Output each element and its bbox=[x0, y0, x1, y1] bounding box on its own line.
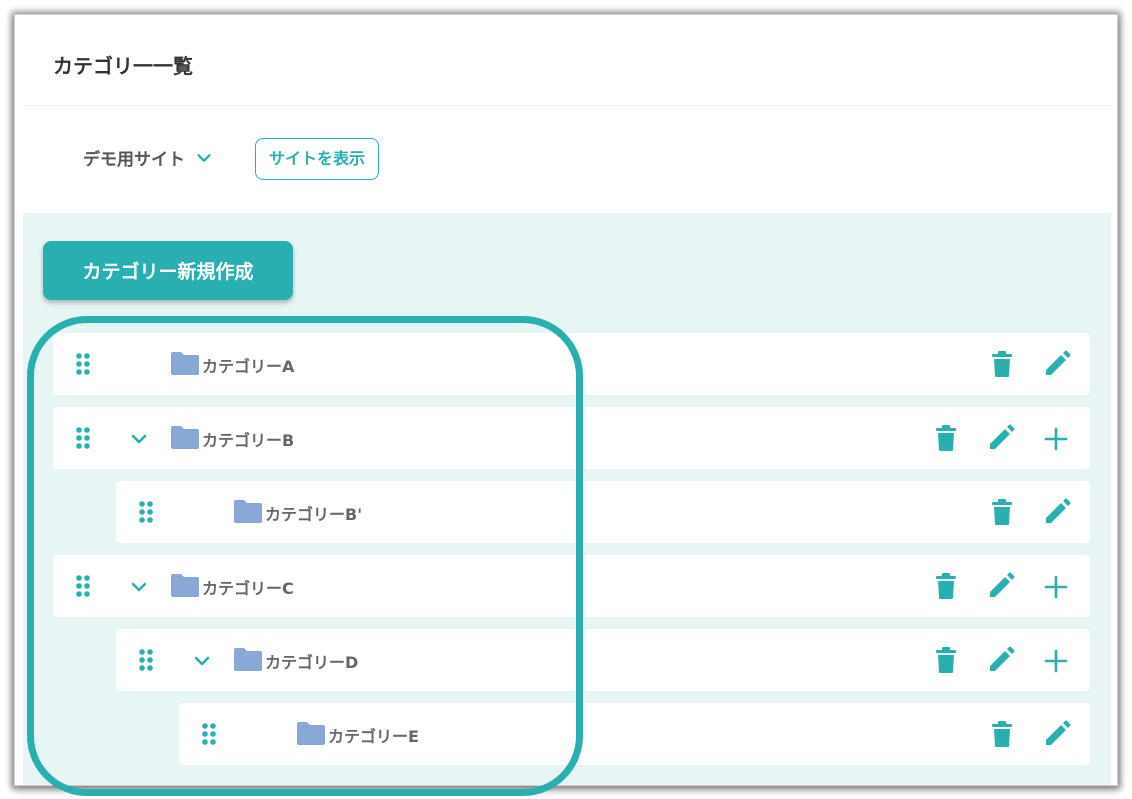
trash-icon[interactable] bbox=[989, 720, 1015, 748]
pencil-icon[interactable] bbox=[987, 646, 1015, 674]
pencil-icon[interactable] bbox=[987, 424, 1015, 452]
category-row[interactable]: カテゴリーC bbox=[53, 555, 1090, 617]
category-row[interactable]: カテゴリーB' bbox=[116, 481, 1090, 543]
trash-icon[interactable] bbox=[933, 646, 959, 674]
folder-icon bbox=[233, 498, 263, 524]
trash-icon[interactable] bbox=[989, 498, 1015, 526]
pencil-icon[interactable] bbox=[1043, 498, 1071, 526]
site-select[interactable]: デモ用サイト bbox=[83, 145, 213, 170]
drag-handle-icon[interactable] bbox=[75, 574, 91, 598]
trash-icon[interactable] bbox=[933, 572, 959, 600]
site-select-label: デモ用サイト bbox=[83, 150, 185, 170]
chevron-down-icon[interactable] bbox=[192, 651, 212, 671]
folder-icon bbox=[170, 572, 200, 598]
category-label: カテゴリーB bbox=[202, 431, 295, 450]
drag-handle-icon[interactable] bbox=[75, 352, 91, 376]
trash-icon[interactable] bbox=[933, 424, 959, 452]
chevron-down-icon[interactable] bbox=[129, 577, 149, 597]
site-bar: デモ用サイト サイトを表示 bbox=[23, 107, 1111, 213]
drag-handle-icon[interactable] bbox=[138, 500, 154, 524]
category-label: カテゴリーC bbox=[202, 579, 294, 598]
category-list-window: カテゴリ一一覧 デモ用サイト サイトを表示 カテゴリー新規作成 カテゴリーA カテ… bbox=[14, 14, 1118, 786]
plus-icon[interactable] bbox=[1043, 648, 1069, 676]
folder-icon bbox=[170, 424, 200, 450]
folder-icon bbox=[170, 350, 200, 376]
category-label: カテゴリーA bbox=[202, 357, 295, 376]
category-row[interactable]: カテゴリーB bbox=[53, 407, 1090, 469]
view-site-button[interactable]: サイトを表示 bbox=[255, 138, 380, 180]
drag-handle-icon[interactable] bbox=[75, 426, 91, 450]
category-row[interactable]: カテゴリーD bbox=[116, 629, 1090, 691]
page-header: カテゴリ一一覧 bbox=[23, 18, 1111, 106]
chevron-down-icon[interactable] bbox=[129, 429, 149, 449]
new-category-button[interactable]: カテゴリー新規作成 bbox=[43, 241, 293, 300]
category-label: カテゴリーD bbox=[265, 653, 359, 672]
drag-handle-icon[interactable] bbox=[201, 722, 217, 746]
pencil-icon[interactable] bbox=[1043, 720, 1071, 748]
folder-icon bbox=[233, 646, 263, 672]
category-row[interactable]: カテゴリーE bbox=[179, 703, 1090, 765]
pencil-icon[interactable] bbox=[1043, 350, 1071, 378]
pencil-icon[interactable] bbox=[987, 572, 1015, 600]
plus-icon[interactable] bbox=[1043, 426, 1069, 454]
category-label: カテゴリーE bbox=[328, 727, 419, 746]
plus-icon[interactable] bbox=[1043, 574, 1069, 602]
category-row[interactable]: カテゴリーA bbox=[53, 333, 1090, 395]
drag-handle-icon[interactable] bbox=[138, 648, 154, 672]
folder-icon bbox=[296, 720, 326, 746]
chevron-down-icon bbox=[197, 153, 211, 162]
category-tree-area: カテゴリー新規作成 カテゴリーA カテゴリーB カテゴリーB' カテゴリーC カテゴリー… bbox=[23, 213, 1111, 785]
trash-icon[interactable] bbox=[989, 350, 1015, 378]
page-title: カテゴリ一一覧 bbox=[53, 54, 193, 78]
category-label: カテゴリーB' bbox=[265, 505, 363, 524]
